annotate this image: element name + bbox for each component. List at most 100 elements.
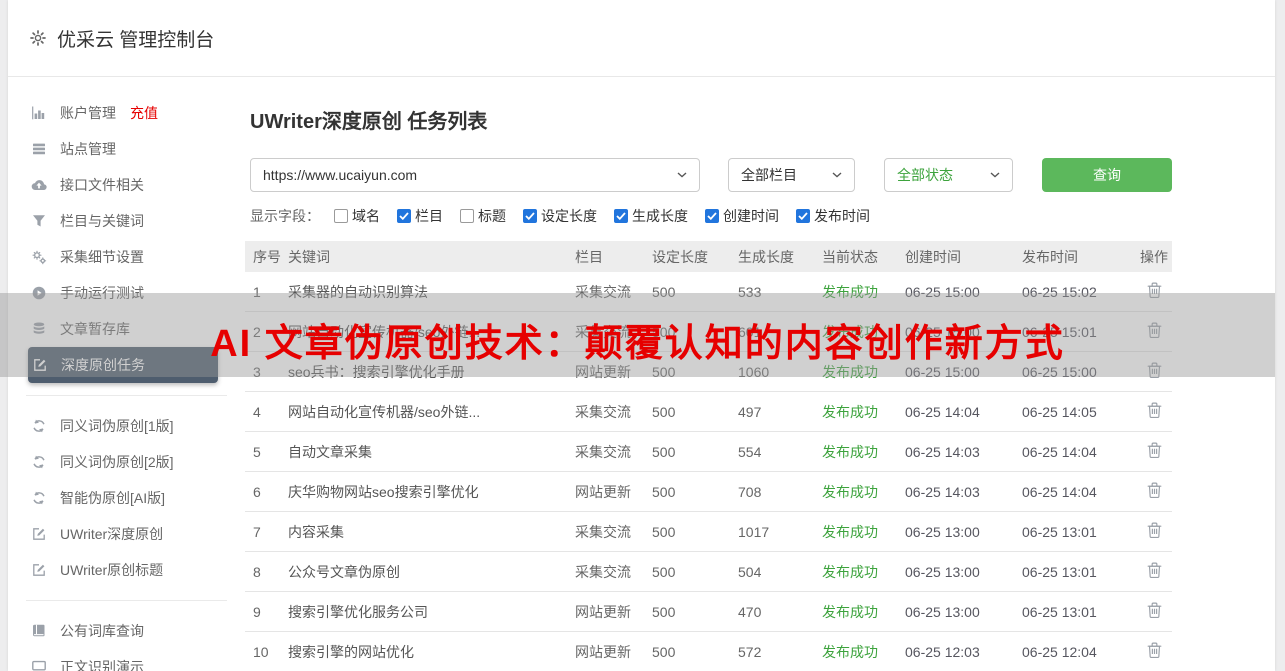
- column-header: 发布时间: [1022, 248, 1078, 265]
- keyword-cell: 自动文章采集: [288, 443, 372, 460]
- delete-button[interactable]: [1146, 321, 1163, 339]
- set-length-cell: 500: [652, 643, 676, 660]
- monitor-icon: [31, 659, 47, 671]
- status-text: 发布成功: [822, 323, 878, 340]
- row-number: 2: [253, 323, 261, 340]
- query-button[interactable]: 查询: [1042, 158, 1172, 192]
- delete-button[interactable]: [1146, 521, 1163, 539]
- row-actions: [1135, 441, 1172, 462]
- sidebar-item-uwriter-title[interactable]: UWriter原创标题: [8, 552, 245, 588]
- site-select-value: https://www.ucaiyun.com: [263, 167, 418, 183]
- checkbox-icon[interactable]: [523, 209, 537, 223]
- row-number: 8: [253, 563, 261, 580]
- sidebar-item-manual-test[interactable]: 手动运行测试: [8, 275, 245, 311]
- created-time: 06-25 15:00: [905, 363, 980, 380]
- status-text: 发布成功: [822, 403, 878, 420]
- delete-button[interactable]: [1146, 601, 1163, 619]
- checkbox-icon[interactable]: [705, 209, 719, 223]
- field-label: 域名: [352, 208, 380, 224]
- sidebar-item-label: 接口文件相关: [60, 177, 144, 193]
- delete-button[interactable]: [1146, 481, 1163, 499]
- checkbox-icon[interactable]: [614, 209, 628, 223]
- delete-button[interactable]: [1146, 401, 1163, 419]
- gen-length-cell: 1060: [738, 363, 770, 380]
- delete-button[interactable]: [1146, 441, 1163, 459]
- column-cell: 网站更新: [575, 643, 631, 660]
- sidebar-item-account[interactable]: 账户管理 充值: [8, 95, 245, 131]
- status-text: 发布成功: [822, 363, 878, 380]
- table-row: 10 搜索引擎的网站优化 网站更新 500 572 发布成功 06-25 12:03 06-2…: [245, 632, 1172, 671]
- set-length-cell: 500: [652, 523, 676, 540]
- keyword-cell: 搜索引擎优化服务公司: [288, 603, 428, 620]
- chevron-down-icon: [832, 172, 842, 178]
- delete-button[interactable]: [1146, 641, 1163, 659]
- recharge-link[interactable]: 充值: [130, 103, 158, 123]
- field-toggle-domain[interactable]: 域名: [334, 206, 380, 226]
- sidebar-item-public-dict[interactable]: 公有词库查询: [8, 613, 245, 649]
- site-select[interactable]: https://www.ucaiyun.com: [250, 158, 700, 192]
- status-select[interactable]: 全部状态: [884, 158, 1013, 192]
- field-toggle-set-length[interactable]: 设定长度: [523, 206, 597, 226]
- checkbox-icon[interactable]: [796, 209, 810, 223]
- published-time: 06-25 15:01: [1022, 323, 1097, 340]
- sidebar-item-synonym-v1[interactable]: 同义词伪原创[1版]: [8, 408, 245, 444]
- status-text: 发布成功: [822, 283, 878, 300]
- sidebar-item-interface-files[interactable]: 接口文件相关: [8, 167, 245, 203]
- published-time: 06-25 15:00: [1022, 363, 1097, 380]
- created-time: 06-25 13:00: [905, 523, 980, 540]
- table-body: 1 采集器的自动识别算法 采集交流 500 533 发布成功 06-25 15:00 06-2…: [245, 272, 1172, 671]
- gen-length-cell: 497: [738, 403, 762, 420]
- sidebar-item-deep-original-task[interactable]: 深度原创任务: [28, 347, 218, 383]
- database-icon: [31, 321, 47, 337]
- checkbox-icon[interactable]: [334, 209, 348, 223]
- row-number: 4: [253, 403, 261, 420]
- sidebar-item-label: 正文识别演示: [60, 659, 144, 671]
- field-toggle-create-time[interactable]: 创建时间: [705, 206, 779, 226]
- created-time: 06-25 13:00: [905, 603, 980, 620]
- field-toggle-publish-time[interactable]: 发布时间: [796, 206, 870, 226]
- sidebar-item-columns-keywords[interactable]: 栏目与关键词: [8, 203, 245, 239]
- top-header: 优采云 管理控制台: [8, 0, 1275, 77]
- column-cell: 采集交流: [575, 403, 631, 420]
- edit-icon: [31, 562, 47, 578]
- field-toggle-column[interactable]: 栏目: [397, 206, 443, 226]
- keyword-cell: 庆华购物网站seo搜索引擎优化: [288, 483, 479, 500]
- filter-bar: https://www.ucaiyun.com 全部栏目 全部状态 查询: [250, 158, 1275, 192]
- checkbox-icon[interactable]: [460, 209, 474, 223]
- set-length-cell: 500: [652, 363, 676, 380]
- delete-button[interactable]: [1146, 281, 1163, 299]
- column-select[interactable]: 全部栏目: [728, 158, 855, 192]
- field-toggle-gen-length[interactable]: 生成长度: [614, 206, 688, 226]
- keyword-cell: 网站自动化宣传机器/seo外链...: [288, 403, 481, 420]
- row-actions: [1135, 481, 1172, 502]
- sidebar-item-article-cache[interactable]: 文章暂存库: [8, 311, 245, 347]
- sidebar-divider: [26, 600, 227, 601]
- bar-chart-icon: [31, 105, 47, 121]
- set-length-cell: 500: [652, 603, 676, 620]
- field-toggle-title[interactable]: 标题: [460, 206, 506, 226]
- status-text: 发布成功: [822, 603, 878, 620]
- sidebar-item-smart-ai[interactable]: 智能伪原创[AI版]: [8, 480, 245, 516]
- checkbox-icon[interactable]: [397, 209, 411, 223]
- row-actions: [1135, 321, 1172, 342]
- sidebar-item-collect-settings[interactable]: 采集细节设置: [8, 239, 245, 275]
- column-header: 生成长度: [738, 248, 794, 265]
- sidebar-item-label: 栏目与关键词: [60, 213, 144, 229]
- sidebar-item-uwriter-deep[interactable]: UWriter深度原创: [8, 516, 245, 552]
- row-actions: [1135, 641, 1172, 662]
- sidebar-item-label: 站点管理: [60, 141, 116, 157]
- column-header: 关键词: [288, 248, 330, 265]
- sidebar-item-synonym-v2[interactable]: 同义词伪原创[2版]: [8, 444, 245, 480]
- sidebar-item-label: 手动运行测试: [60, 285, 144, 301]
- status-text: 发布成功: [822, 523, 878, 540]
- delete-button[interactable]: [1146, 561, 1163, 579]
- fields-checkboxes: 域名 栏目 标题 设定长度 生成长度 创建时间 发布时间: [334, 206, 887, 226]
- delete-button[interactable]: [1146, 361, 1163, 379]
- sidebar-item-sites[interactable]: 站点管理: [8, 131, 245, 167]
- table-row: 4 网站自动化宣传机器/seo外链... 采集交流 500 497 发布成功 06-25 1…: [245, 392, 1172, 432]
- set-length-cell: 500: [652, 563, 676, 580]
- chevron-down-icon: [677, 172, 687, 178]
- set-length-cell: 500: [652, 323, 676, 340]
- sidebar-item-label: 智能伪原创[AI版]: [60, 490, 166, 506]
- sidebar-item-content-demo[interactable]: 正文识别演示: [8, 649, 245, 671]
